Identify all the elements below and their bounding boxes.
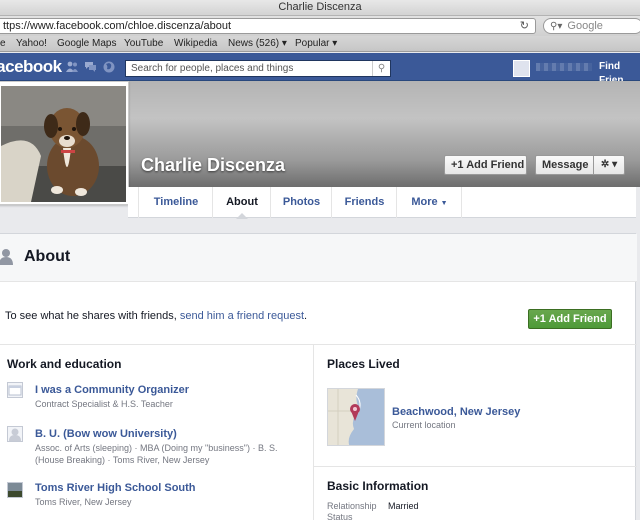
url-bar[interactable]: ttps://www.facebook.com/chloe.discenza/a… [0, 18, 536, 34]
about-title: About [24, 248, 71, 265]
messages-icon[interactable] [84, 61, 96, 72]
chevron-down-icon: ▼ [440, 200, 448, 207]
user-name-blurred[interactable] [536, 63, 592, 71]
share-prefix: To see what he shares with friends, [5, 310, 180, 322]
work-entry-sub: Contract Specialist & H.S. Teacher [35, 399, 173, 409]
place-sub: Current location [392, 420, 456, 430]
work-icon [7, 382, 23, 398]
tab-timeline[interactable]: Timeline [140, 187, 213, 218]
bookmark-popular[interactable]: Popular ▾ [295, 36, 337, 51]
reload-icon[interactable]: ↻ [520, 19, 529, 33]
basic-info-title: Basic Information [327, 479, 429, 493]
work-entry-title[interactable]: I was a Community Organizer [35, 384, 189, 396]
profile-name: Charlie Discenza [141, 155, 286, 175]
send-friend-request-link[interactable]: send him a friend request [180, 310, 304, 322]
tab-photos[interactable]: Photos [272, 187, 332, 218]
highschool-entry-sub: Toms River, New Jersey [35, 497, 132, 507]
about-card: About To see what he shares with friends… [0, 233, 637, 520]
bookmark-yahoo[interactable]: Yahoo! [16, 36, 47, 51]
window-title: Charlie Discenza [0, 0, 640, 16]
bookmark-news[interactable]: News (526) ▾ [228, 36, 287, 51]
notifications-globe-icon[interactable] [103, 61, 115, 73]
facebook-search-input[interactable]: Search for people, places and things ⚲ [125, 60, 391, 77]
bookmark-google-maps[interactable]: Google Maps [57, 36, 116, 51]
person-icon [0, 249, 13, 265]
bookmark-item[interactable]: e [0, 36, 6, 51]
avatar[interactable] [513, 60, 530, 77]
tab-about[interactable]: About [214, 187, 271, 219]
bookmark-wikipedia[interactable]: Wikipedia [174, 36, 217, 51]
google-search-placeholder: Google [567, 20, 603, 32]
relationship-label: Relationship Status [327, 501, 377, 520]
address-row: ttps://www.facebook.com/chloe.discenza/a… [0, 16, 640, 36]
bookmarks-bar: e Yahoo! Google Maps YouTube Wikipedia N… [0, 36, 640, 52]
divider [314, 466, 637, 467]
facebook-top-bar: facebook Search for people, places and t… [0, 53, 640, 86]
add-friend-button[interactable]: +1 Add Friend [444, 155, 527, 175]
profile-picture[interactable] [0, 81, 129, 205]
education-entry-sub: Assoc. of Arts (sleeping) · MBA (Doing m… [35, 443, 278, 465]
tab-more[interactable]: More ▼ [398, 187, 462, 218]
share-suffix: . [304, 310, 308, 322]
message-button[interactable]: Message [535, 155, 594, 175]
facebook-logo[interactable]: facebook [0, 57, 62, 77]
tab-spacer [128, 187, 139, 218]
search-icon: ⚲▾ [550, 21, 563, 32]
places-lived-title: Places Lived [327, 357, 400, 371]
education-icon [7, 426, 23, 442]
tab-friends[interactable]: Friends [333, 187, 397, 218]
gear-icon[interactable]: ✲ ▾ [593, 155, 625, 175]
about-header: About [0, 234, 637, 282]
relationship-value: Married [388, 501, 419, 511]
url-text: ttps://www.facebook.com/chloe.discenza/a… [3, 20, 232, 32]
profile-nav-tabs: Timeline About Photos Friends More ▼ [128, 187, 636, 219]
facebook-search-placeholder: Search for people, places and things [131, 63, 294, 74]
school-photo-icon [7, 482, 23, 498]
education-entry-title[interactable]: B. U. (Bow wow University) [35, 428, 177, 440]
divider [313, 344, 314, 520]
search-icon[interactable]: ⚲ [372, 61, 390, 76]
place-name[interactable]: Beachwood, New Jersey [392, 406, 520, 418]
share-message: To see what he shares with friends, send… [5, 310, 307, 322]
highschool-entry-title[interactable]: Toms River High School South [35, 482, 196, 494]
divider [0, 344, 637, 345]
tab-more-label: More [411, 196, 438, 208]
google-search-input[interactable]: ⚲▾ Google [543, 18, 640, 34]
map-thumbnail[interactable] [327, 388, 385, 446]
bookmark-youtube[interactable]: YouTube [124, 36, 163, 51]
add-friend-button-green[interactable]: +1 Add Friend [528, 309, 612, 329]
work-education-title: Work and education [7, 357, 122, 371]
friend-requests-icon[interactable] [66, 61, 78, 72]
dog-photo-image [1, 86, 126, 202]
